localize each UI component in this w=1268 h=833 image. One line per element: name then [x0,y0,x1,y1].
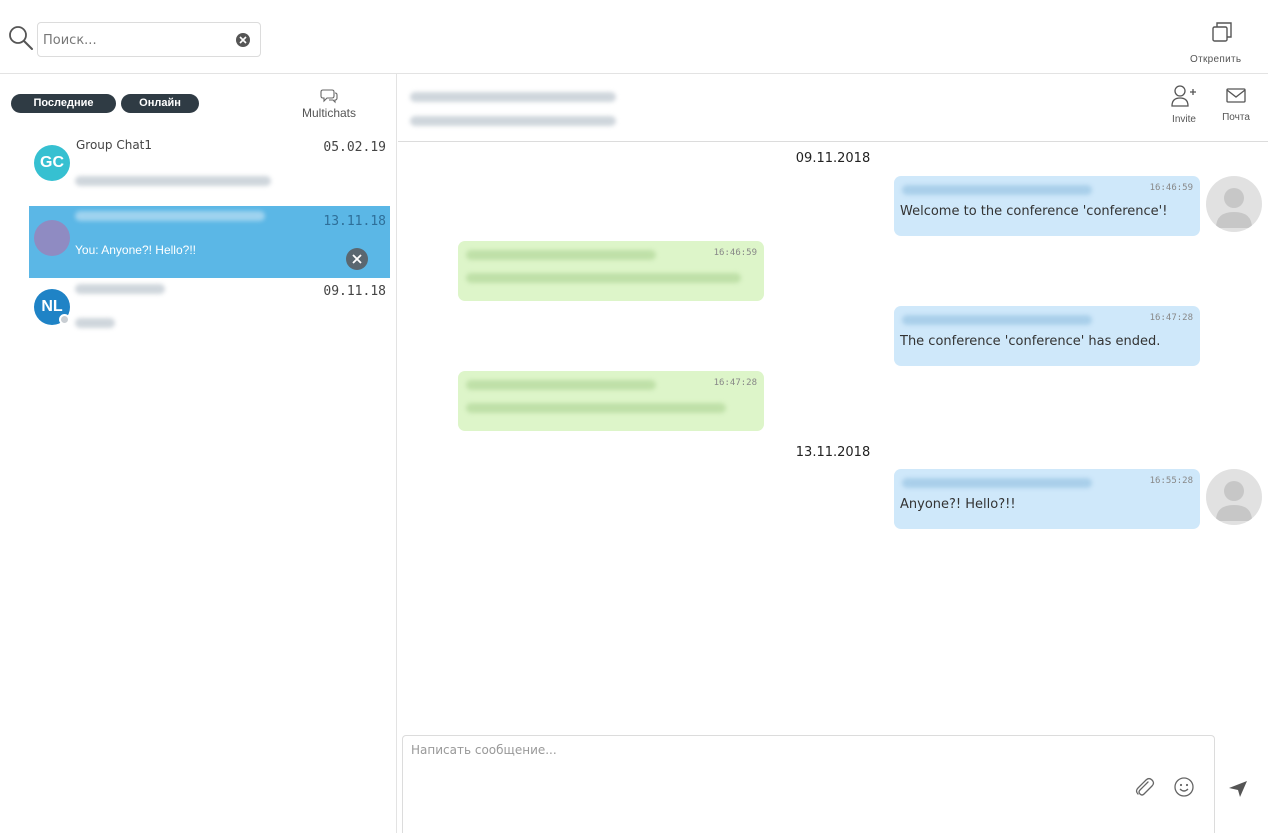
send-icon[interactable] [1228,780,1248,798]
blurred-sender [466,250,656,260]
blurred-name [75,284,165,294]
user-avatar [1206,469,1262,525]
detach-label: Открепить [1190,54,1242,65]
window-restore-icon [1212,22,1232,42]
chat-date: 05.02.19 [323,140,386,155]
chat-name: Group Chat1 [76,138,153,152]
blurred-sender [466,380,656,390]
add-user-icon [1171,85,1196,107]
message-time: 16:47:28 [713,378,757,388]
message-incoming: 16:47:28 [458,371,764,431]
message-incoming: 16:46:59 [458,241,764,301]
mail-label: Почта [1222,112,1250,123]
chat-item-group-chat1[interactable]: GC Group Chat1 05.02.19 [29,136,390,208]
message-text: The conference 'conference' has ended. [900,334,1161,349]
message-time: 16:55:28 [1149,476,1193,486]
blurred-message [466,273,741,283]
message-time: 16:46:59 [1149,183,1193,193]
sidebar: Последние Онлайн Multichats GC Group Cha… [0,74,397,833]
message-time: 16:47:28 [1149,313,1193,323]
conversation-panel: Invite Почта 09.11.2018 16:46:59 Welcome… [398,74,1268,833]
search-icon[interactable] [8,25,34,51]
paperclip-icon[interactable] [1133,776,1155,798]
top-bar: Открепить [0,0,1268,74]
message-time: 16:46:59 [713,248,757,258]
message-composer [402,735,1215,833]
detach-button[interactable]: Открепить [1186,20,1268,68]
blurred-participant [410,116,616,126]
message-outgoing: 16:47:28 The conference 'conference' has… [894,306,1200,366]
avatar: GC [34,145,70,181]
message-input[interactable] [411,743,1111,783]
chat-preview: You: Anyone?! Hello?!! [75,243,196,257]
avatar [34,220,70,256]
chat-date: 09.11.18 [323,284,386,299]
blurred-preview [75,176,271,186]
invite-label: Invite [1172,114,1196,125]
blurred-preview [75,318,115,328]
mail-button[interactable]: Почта [1212,84,1260,134]
conversation-header: Invite Почта [398,74,1268,142]
clear-search-icon[interactable] [236,33,250,47]
chat-bubbles-icon [320,89,338,104]
blurred-sender [902,478,1092,488]
close-chat-icon[interactable] [346,248,368,270]
search-box [37,22,261,57]
status-indicator [59,314,70,325]
message-text: Welcome to the conference 'conference'! [900,204,1168,219]
chat-date: 13.11.18 [323,214,386,229]
chat-item-nl[interactable]: NL 09.11.18 [29,280,390,352]
message-outgoing: 16:55:28 Anyone?! Hello?!! [894,469,1200,529]
blurred-participant [410,92,616,102]
blurred-sender [902,315,1092,325]
blurred-message [466,403,726,413]
emoji-icon[interactable] [1173,776,1195,798]
envelope-icon [1226,88,1246,103]
multichats-label: Multichats [301,106,357,120]
message-list[interactable]: 09.11.2018 16:46:59 Welcome to the confe… [398,143,1268,733]
user-avatar [1206,176,1262,232]
chat-item-active[interactable]: 13.11.18 You: Anyone?! Hello?!! [29,206,390,278]
invite-button[interactable]: Invite [1160,84,1208,134]
tab-online[interactable]: Онлайн [121,94,199,113]
blurred-name [75,211,265,221]
date-separator: 13.11.2018 [795,445,871,460]
tab-recent[interactable]: Последние [11,94,116,113]
date-separator: 09.11.2018 [795,151,871,166]
message-text: Anyone?! Hello?!! [900,497,1016,512]
blurred-sender [902,185,1092,195]
search-input[interactable] [43,31,228,49]
multichats-button[interactable]: Multichats [296,88,362,128]
message-outgoing: 16:46:59 Welcome to the conference 'conf… [894,176,1200,236]
